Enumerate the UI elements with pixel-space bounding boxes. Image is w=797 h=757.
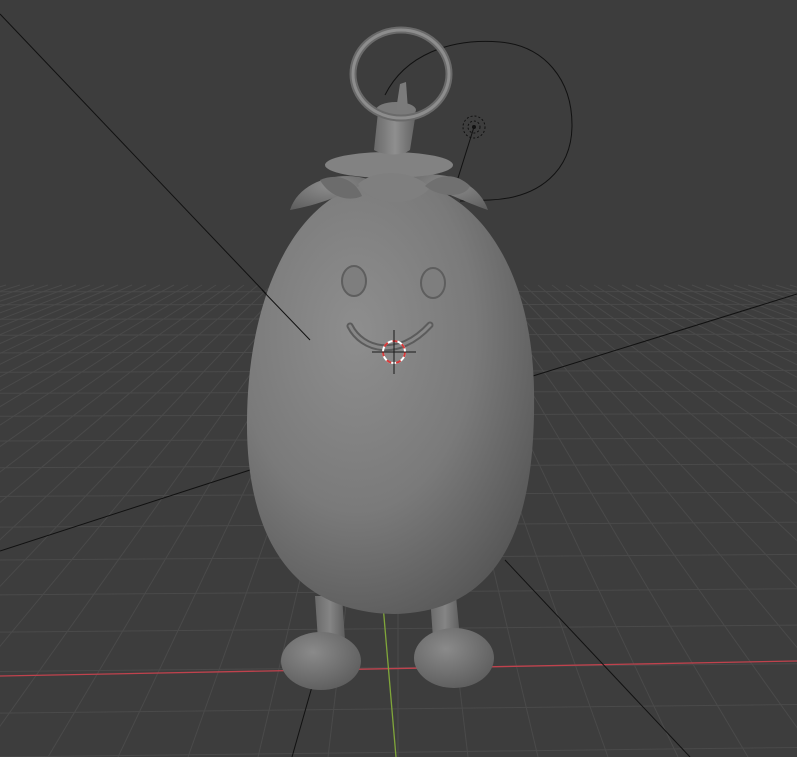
viewport-canvas[interactable] bbox=[0, 0, 797, 757]
3d-viewport[interactable] bbox=[0, 0, 797, 757]
eggplant-body[interactable] bbox=[246, 180, 535, 614]
left-eye[interactable] bbox=[341, 265, 367, 297]
right-foot[interactable] bbox=[414, 628, 494, 688]
left-foot[interactable] bbox=[281, 632, 361, 690]
right-eye[interactable] bbox=[420, 267, 446, 299]
